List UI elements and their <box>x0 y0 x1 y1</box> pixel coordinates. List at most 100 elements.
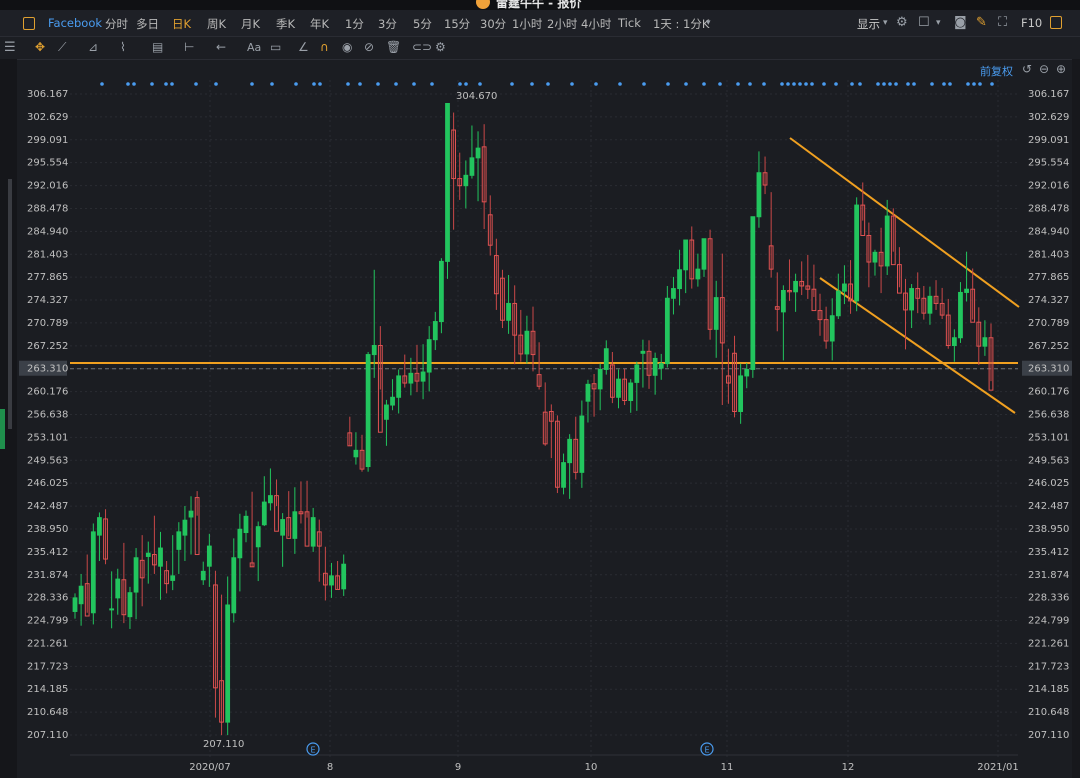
y-tick-label: 249.563 <box>27 455 68 466</box>
candle-body <box>884 215 890 267</box>
event-dot <box>850 82 854 86</box>
candle-body <box>524 330 530 355</box>
y-tick-label: 207.110 <box>27 730 68 741</box>
x-tick-label: 2021/01 <box>977 762 1019 773</box>
candle-body <box>664 297 670 365</box>
event-dot <box>876 82 880 86</box>
candle-body <box>683 239 689 271</box>
candle-body <box>231 557 237 614</box>
event-dot <box>376 82 380 86</box>
event-dot <box>394 82 398 86</box>
candle-body <box>170 575 176 581</box>
event-dot <box>888 82 892 86</box>
y-tick-label: 281.403 <box>27 249 68 260</box>
y-tick-label: 274.327 <box>1028 295 1069 306</box>
candle-body <box>842 283 847 292</box>
y-tick-label: 302.629 <box>27 112 68 123</box>
y-tick-label: 299.091 <box>27 135 68 146</box>
event-dot <box>318 82 322 86</box>
zoom-in-icon[interactable]: ⊕ <box>1056 63 1066 76</box>
event-dot <box>100 82 104 86</box>
y-tick-label: 260.176 <box>27 387 68 398</box>
candle-body <box>671 288 676 299</box>
event-dot <box>126 82 130 86</box>
high-price-label: 304.670 <box>456 91 497 102</box>
y-tick-label: 249.563 <box>1028 455 1069 466</box>
candle-body <box>109 608 115 611</box>
event-dot <box>294 82 298 86</box>
candle-body <box>432 321 438 341</box>
candle-body <box>390 396 395 406</box>
event-dot <box>250 82 254 86</box>
event-dot <box>312 82 316 86</box>
candlestick-chart[interactable]: 306.167 302.629 299.091 295.554 292.016 288.4… <box>0 0 1080 778</box>
y-tick-label: 214.185 <box>27 684 68 695</box>
event-dot <box>684 82 688 86</box>
low-price-label: 207.110 <box>203 739 244 750</box>
candle-body <box>384 404 389 420</box>
candle-body <box>329 575 334 586</box>
y-tick-label: 246.025 <box>27 478 68 489</box>
event-dot <box>990 82 994 86</box>
candle-body <box>640 350 646 354</box>
event-dot <box>346 82 350 86</box>
candle-body <box>958 291 963 339</box>
candle-body <box>292 511 298 539</box>
candle-body <box>158 547 163 567</box>
event-dot <box>458 82 462 86</box>
candle-body <box>927 295 933 314</box>
y-tick-label: 306.167 <box>27 89 68 100</box>
event-dot <box>978 82 982 86</box>
candle-body <box>695 268 701 280</box>
y-tick-label: 228.336 <box>1028 593 1069 604</box>
y-tick-label: 207.110 <box>1028 730 1069 741</box>
adjust-mode-label[interactable]: 前复权 <box>980 63 1013 79</box>
event-dot <box>132 82 136 86</box>
event-dot <box>894 82 898 86</box>
y-tick-label: 221.261 <box>27 638 68 649</box>
y-tick-label: 214.185 <box>1028 684 1069 695</box>
event-dot <box>942 82 946 86</box>
candle-body <box>463 174 469 187</box>
candle-body <box>408 372 414 384</box>
y-tick-label: 224.799 <box>1028 616 1069 627</box>
y-tick-label: 292.016 <box>1028 181 1069 192</box>
candle-body <box>353 449 359 458</box>
candle-body <box>243 515 249 534</box>
candle-body <box>738 375 744 413</box>
candle-body <box>628 382 634 402</box>
candles <box>72 102 994 736</box>
event-dot <box>798 82 802 86</box>
event-dot <box>510 82 514 86</box>
event-dot <box>702 82 706 86</box>
undo-icon[interactable]: ↺ <box>1022 63 1032 76</box>
candle-body <box>616 378 621 398</box>
y-tick-label: 267.252 <box>1028 341 1069 352</box>
event-dot <box>150 82 154 86</box>
y-tick-label: 210.648 <box>1028 707 1069 718</box>
candle-body <box>756 172 762 218</box>
candle-body <box>475 147 481 159</box>
zoom-out-icon[interactable]: ⊖ <box>1039 63 1049 76</box>
event-dots <box>100 82 994 86</box>
event-dot <box>530 82 534 86</box>
event-dot <box>164 82 168 86</box>
y-tick-label: 277.865 <box>27 272 68 283</box>
x-tick-label: 11 <box>721 762 734 773</box>
candle-body <box>188 510 194 518</box>
candle-body <box>579 415 585 473</box>
candle-body <box>964 288 969 293</box>
candle-body <box>182 519 188 536</box>
chart-grid <box>70 80 1018 770</box>
event-dot <box>478 82 482 86</box>
event-dot <box>358 82 362 86</box>
candle-body <box>677 269 682 290</box>
event-dot <box>858 82 862 86</box>
y-tick-label: 288.478 <box>1028 203 1069 214</box>
candle-body <box>396 375 402 398</box>
y-tick-label: 235.412 <box>1028 547 1069 558</box>
x-tick-label: 2020/07 <box>189 762 231 773</box>
y-tick-label: 242.487 <box>27 501 68 512</box>
candle-body <box>255 526 261 548</box>
y-tick-label: 238.950 <box>1028 524 1069 535</box>
